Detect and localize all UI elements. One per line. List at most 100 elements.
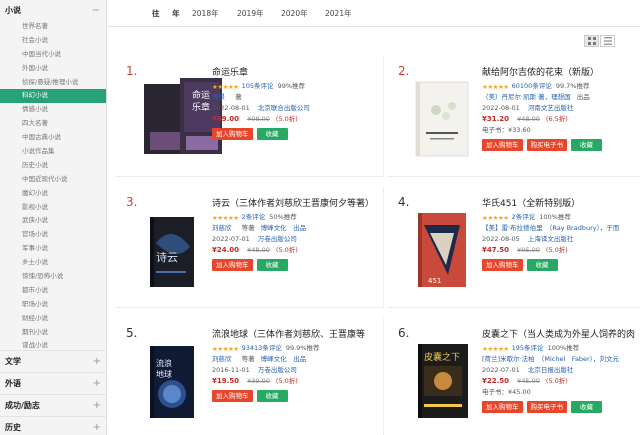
buy-ebook-button[interactable]: 购买电子书 <box>526 401 567 413</box>
svg-text:乐章: 乐章 <box>192 101 210 113</box>
sidebar-category[interactable]: 成功/励志 + <box>0 394 107 416</box>
sidebar-subcategory-item[interactable]: 财经小说 <box>0 312 106 326</box>
sidebar-subcategory-item[interactable]: 小说作品集 <box>0 145 106 159</box>
author-link[interactable]: 刘慈欣 <box>212 355 232 363</box>
year-2021-link[interactable]: 2021年 <box>325 8 352 19</box>
publisher-link[interactable]: 万卷出版公司 <box>258 235 297 243</box>
review-count-link[interactable]: 2条评论 <box>512 212 536 223</box>
favorite-button[interactable]: 收藏 <box>526 259 558 271</box>
add-to-cart-button[interactable]: 加入购物车 <box>482 401 523 413</box>
sidebar-category-label: 历史 <box>5 423 21 432</box>
sidebar-category[interactable]: 文学 + <box>0 350 107 372</box>
year-2019-link[interactable]: 2019年 <box>237 8 264 19</box>
bottom-category-list: 文学 + 外语 + 成功/励志 + 历史 + <box>0 350 107 435</box>
add-to-cart-button[interactable]: 加入购物车 <box>212 390 253 402</box>
sidebar-subcategory-item[interactable]: 外国小说 <box>0 62 106 76</box>
sidebar-subcategory-item[interactable]: 职场小说 <box>0 298 106 312</box>
book-title-link[interactable]: 献给阿尔吉侬的花束（新版） <box>482 66 640 80</box>
discount: (5.0折) <box>275 115 298 123</box>
sidebar-subcategory-item[interactable]: 社会小说 <box>0 34 106 48</box>
year-2020-link[interactable]: 2020年 <box>281 8 308 19</box>
sidebar-subcategory-item[interactable]: 世界名著 <box>0 20 106 34</box>
sidebar-subcategory-item[interactable]: 情感小说 <box>0 103 106 117</box>
sidebar-subcategory-item[interactable]: 科幻小说 <box>0 89 106 104</box>
price: ¥19.50 <box>212 377 240 385</box>
book-title-link[interactable]: 流浪地球（三体作者刘慈欣、王晋康等 <box>212 328 387 342</box>
author-link[interactable]: [荷兰]米歇尔·法柏 （Michel Faber） <box>482 355 593 363</box>
rating-stars-icon: ★★★★★ <box>482 82 509 91</box>
book-title-link[interactable]: 命运乐章 <box>212 66 387 80</box>
publisher-link[interactable]: 北京日报出版社 <box>528 366 574 374</box>
add-to-cart-button[interactable]: 加入购物车 <box>482 259 523 271</box>
author-link[interactable]: （美）丹尼尔·凯斯 <box>482 93 536 101</box>
sidebar-subcategory-item[interactable]: 侦探/悬疑/推理小说 <box>0 76 106 90</box>
price: ¥49.00 <box>212 115 240 123</box>
book-title-link[interactable]: 华氏451（全新特别版） <box>482 197 640 211</box>
author-link[interactable]: 刘慈欣 <box>212 224 232 232</box>
collapse-icon[interactable]: − <box>92 5 100 16</box>
list-view-button[interactable] <box>600 35 615 47</box>
publisher-link[interactable]: 万卷出版公司 <box>258 366 297 374</box>
sidebar-subcategory-item[interactable]: 中国古典小说 <box>0 131 106 145</box>
expand-icon[interactable]: + <box>93 356 101 367</box>
favorite-button[interactable]: 收藏 <box>571 401 602 413</box>
sidebar-category[interactable]: 历史 + <box>0 416 107 435</box>
review-count-link[interactable]: 2条评论 <box>242 212 266 223</box>
book-title-link[interactable]: 皮囊之下（当人类成为外星人饲养的肉 <box>482 328 640 342</box>
book-card: 5. 流浪 地球 流浪地球（三体作者刘慈欣、王晋康等 ★★★★★ 93413条评… <box>116 318 384 435</box>
sidebar-subcategory-item[interactable]: 历史小说 <box>0 159 106 173</box>
recommend-rate: 100%推荐 <box>539 213 571 221</box>
publisher-link[interactable]: 上海译文出版社 <box>528 235 574 243</box>
publisher-link[interactable]: 北京联合出版公司 <box>258 104 310 112</box>
grid-view-button[interactable] <box>584 35 599 47</box>
favorite-button[interactable]: 收藏 <box>256 390 288 402</box>
expand-icon[interactable]: + <box>93 378 101 389</box>
sidebar-subcategory-item[interactable]: 期刊小说 <box>0 326 106 340</box>
sidebar-subcategory-item[interactable]: 中国当代小说 <box>0 48 106 62</box>
review-count-link[interactable]: 105条评论 <box>242 81 274 92</box>
add-to-cart-button[interactable]: 加入购物车 <box>482 139 523 151</box>
author-link[interactable]: 郑景 <box>212 93 225 101</box>
sidebar-subcategory-item[interactable]: 官场小说 <box>0 228 106 242</box>
sidebar-subcategory-item[interactable]: 武侠小说 <box>0 214 106 228</box>
sidebar-subcategory-item[interactable]: 魔幻小说 <box>0 187 106 201</box>
sidebar-subcategory-item[interactable]: 四大名著 <box>0 117 106 131</box>
sidebar-subcategory-item[interactable]: 乡土小说 <box>0 256 106 270</box>
original-price: ¥48.00 <box>517 115 540 123</box>
review-count-link[interactable]: 93413条评论 <box>242 343 282 354</box>
year-2018-link[interactable]: 2018年 <box>192 8 219 19</box>
original-price: ¥48.00 <box>247 246 270 254</box>
svg-text:诗云: 诗云 <box>156 250 178 264</box>
sidebar-category[interactable]: 外语 + <box>0 372 107 394</box>
favorite-button[interactable]: 收藏 <box>256 259 288 271</box>
book-card: 1. 命运 乐章 命运乐章 ★★★★★ 105条评论 99%推荐 郑景 著 20… <box>116 56 384 177</box>
sidebar-subcategory-item[interactable]: 都市小说 <box>0 284 106 298</box>
expand-icon[interactable]: + <box>93 422 101 433</box>
sidebar-subcategory-item[interactable]: 惊悚/恐怖小说 <box>0 270 106 284</box>
expand-icon[interactable]: + <box>93 400 101 411</box>
review-count-link[interactable]: 60100条评论 <box>512 81 552 92</box>
category-novel[interactable]: 小说 − <box>0 0 106 20</box>
author-link[interactable]: 【美】雷·布拉德伯里 （Ray Bradbury） <box>482 224 600 232</box>
favorite-button[interactable]: 收藏 <box>571 139 602 151</box>
add-to-cart-button[interactable]: 加入购物车 <box>212 128 253 140</box>
brand-link[interactable]: 博峰文化 出品 <box>261 224 307 232</box>
book-card: 3. 诗云 诗云（三体作者刘慈欣王晋康何夕等著） ★★★★★ 2条评论 50%推… <box>116 187 384 308</box>
recommend-rate: 100%推荐 <box>547 344 580 352</box>
favorite-button[interactable]: 收藏 <box>256 128 288 140</box>
review-count-link[interactable]: 195条评论 <box>512 343 544 354</box>
recommend-rate: 99%推荐 <box>277 82 306 90</box>
brand-link[interactable]: 博峰文化 出品 <box>261 355 307 363</box>
add-to-cart-button[interactable]: 加入购物车 <box>212 259 253 271</box>
sidebar-subcategory-item[interactable]: 军事小说 <box>0 242 106 256</box>
buy-ebook-button[interactable]: 购买电子书 <box>526 139 567 151</box>
price: ¥47.50 <box>482 246 510 254</box>
publisher-link[interactable]: 河南文艺出版社 <box>528 104 574 112</box>
author-role-suffix: 出品 <box>576 93 590 101</box>
sidebar-subcategory-item[interactable]: 中国近现代小说 <box>0 173 106 187</box>
sidebar-subcategory-item[interactable]: 影视小说 <box>0 201 106 215</box>
discount: (6.5折) <box>545 115 568 123</box>
category-sidebar: 小说 − 世界名著 社会小说 中国当代小说 外国小说 侦探/悬疑/推理小说 科幻小说 情感小… <box>0 0 107 435</box>
rating-stars-icon: ★★★★★ <box>212 82 239 91</box>
book-title-link[interactable]: 诗云（三体作者刘慈欣王晋康何夕等著） <box>212 197 387 211</box>
